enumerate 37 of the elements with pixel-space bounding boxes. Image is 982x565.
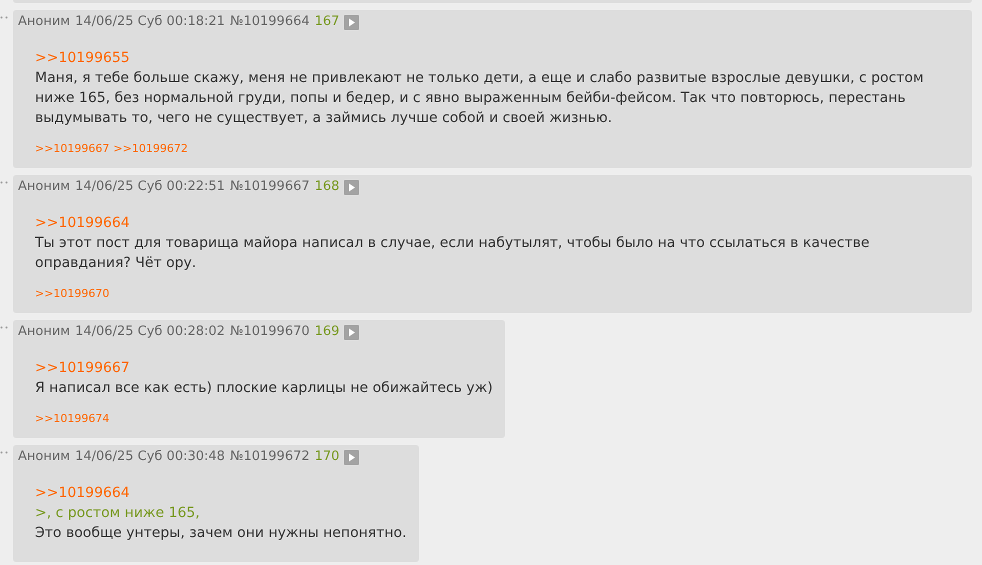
backlink[interactable]: >>10199674 <box>35 412 110 426</box>
post-text: Я написал все как есть) плоские карлицы не обижайтесь уж) <box>35 379 493 398</box>
post-text: Маня, я тебе больше скажу, меня не привлекают не только дети, а еще и слабо развитые взрослые девушки, с ростом ниже 165, без нормальной груди, попы и бедер, и с явно выраженным бейби-фейсом. Так что повторюсь, перестань выдумывать то, чего не существует, а займись лучше собой и своей жизнью. <box>35 69 925 128</box>
play-icon[interactable] <box>344 180 360 194</box>
author-name: Аноним <box>18 13 70 32</box>
drag-dots-icon <box>0 326 8 329</box>
post-number[interactable]: №10199672 <box>230 447 310 467</box>
post-text: Ты этот пост для товарища майора написал в случае, если набутылят, чтобы было на что ссылаться в качестве оправдания? Чёт ору. <box>35 234 871 273</box>
reply-link[interactable]: >>10199664 <box>35 213 130 233</box>
post-text: Это вообще унтеры, зачем они нужны непонятно. <box>35 524 407 543</box>
reply-link[interactable]: >>10199655 <box>35 48 130 68</box>
post-date: 14/06/25 Суб 00:18:21 <box>75 13 225 32</box>
backlink[interactable]: >>10199670 <box>35 287 110 301</box>
quote-text: >, с ростом ниже 165, <box>35 504 201 523</box>
play-icon[interactable] <box>344 14 360 30</box>
post-ordinal: 167 <box>314 13 340 32</box>
post-ordinal: 169 <box>314 323 340 342</box>
post-ordinal: 168 <box>314 178 340 196</box>
drag-dots-icon <box>0 451 8 454</box>
backlink[interactable]: >>10199672 <box>113 142 188 156</box>
drag-dots-icon <box>0 16 8 19</box>
post-number[interactable]: №10199670 <box>230 322 310 342</box>
drag-dots-icon <box>0 181 8 184</box>
post-number[interactable]: №10199664 <box>230 12 310 32</box>
play-icon[interactable] <box>344 324 360 340</box>
reply-link[interactable]: >>10199664 <box>35 483 130 503</box>
author-name: Аноним <box>18 323 70 342</box>
post-ordinal: 170 <box>314 448 340 466</box>
post-date: 14/06/25 Суб 00:28:02 <box>75 323 225 342</box>
post-date: 14/06/25 Суб 00:30:48 <box>75 448 225 466</box>
post-number[interactable]: №10199667 <box>230 177 310 197</box>
backlink[interactable]: >>10199667 <box>35 142 110 156</box>
play-icon[interactable] <box>344 450 360 464</box>
reply-link[interactable]: >>10199667 <box>35 358 130 378</box>
post-date: 14/06/25 Суб 00:22:51 <box>75 178 225 196</box>
author-name: Аноним <box>18 448 70 466</box>
author-name: Аноним <box>18 178 70 196</box>
